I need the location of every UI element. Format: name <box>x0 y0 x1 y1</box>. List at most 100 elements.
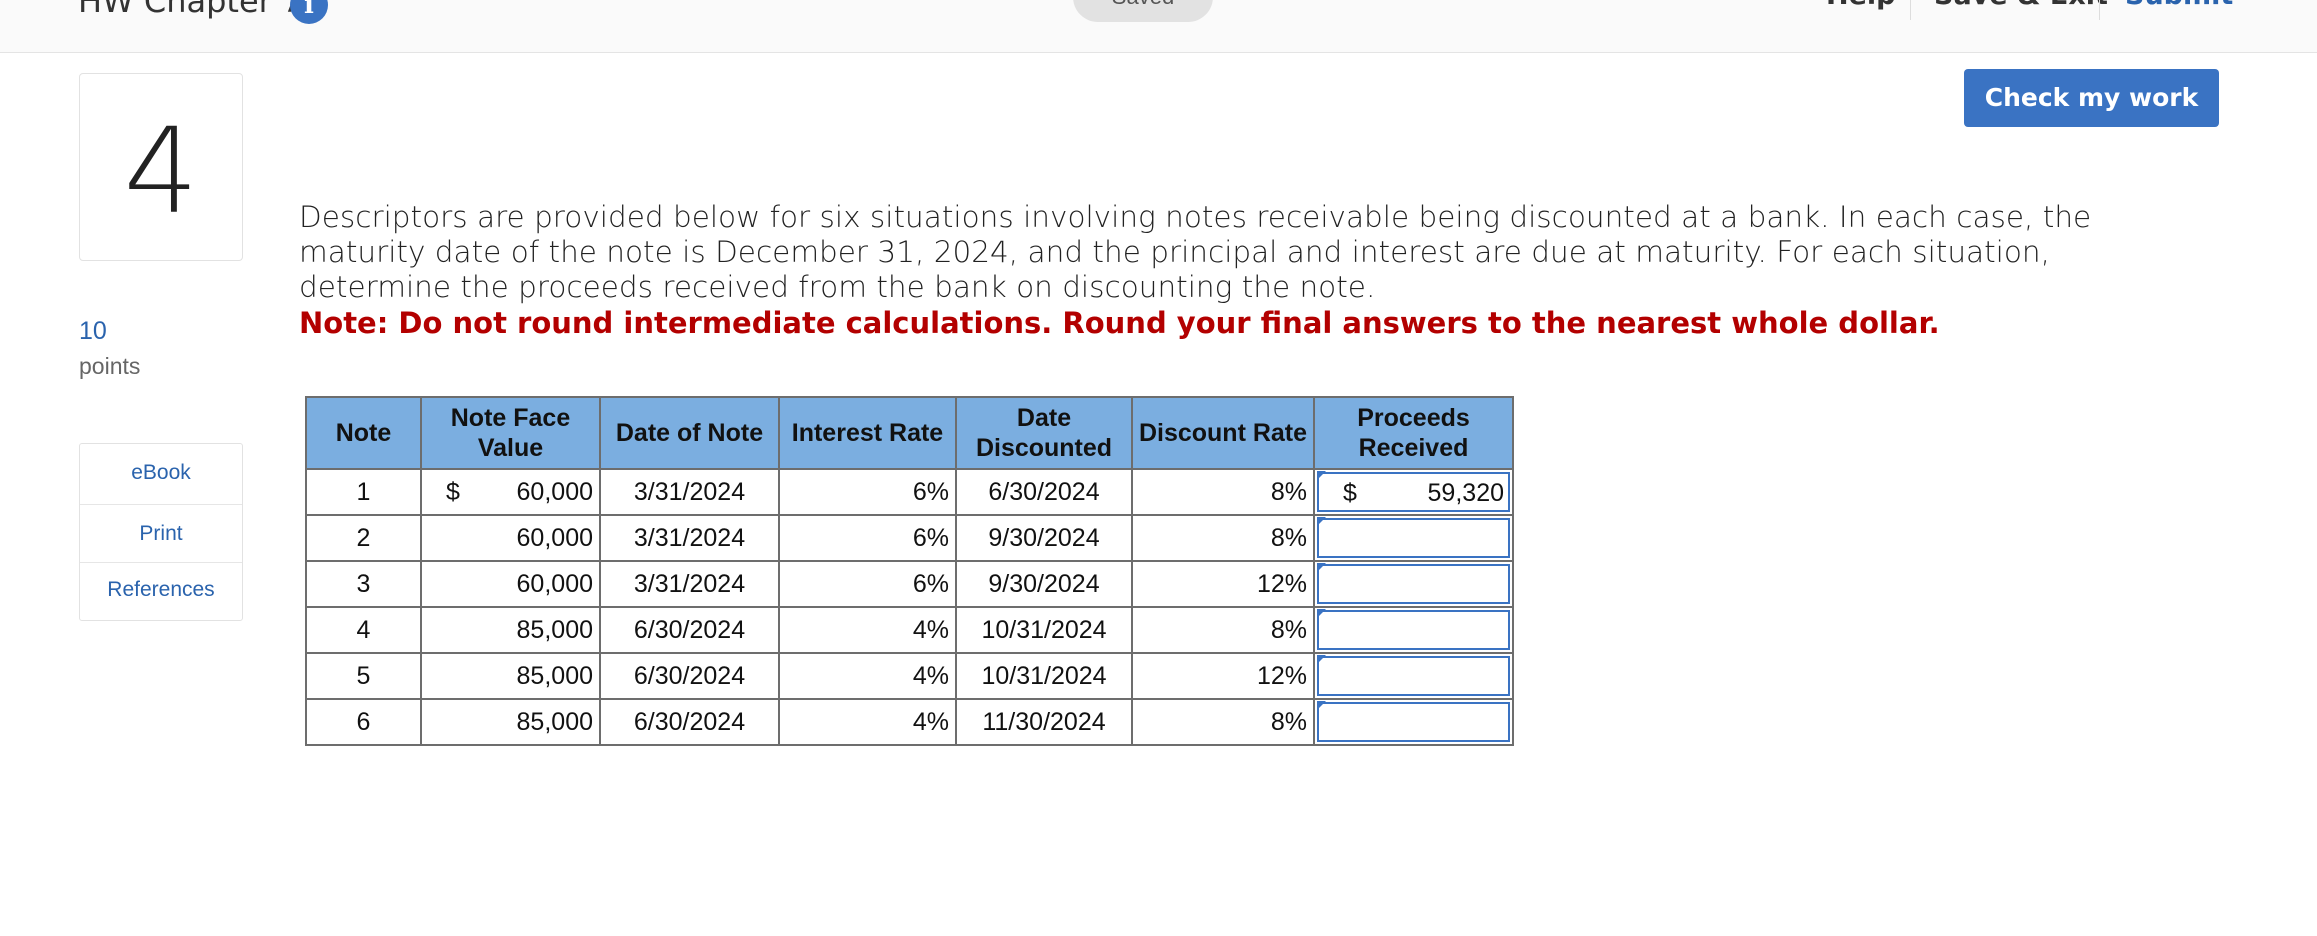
proceeds-cell <box>1313 652 1514 700</box>
header-note: Note <box>305 396 422 470</box>
help-link[interactable]: Help <box>1826 0 1896 11</box>
face-value-cell: 85,000 <box>420 652 601 700</box>
interest-rate-cell: 6% <box>778 514 957 562</box>
face-value-cell: 60,000 <box>420 560 601 608</box>
discount-rate-cell: 8% <box>1131 606 1315 654</box>
cell-marker-icon <box>1317 471 1326 480</box>
submit-link[interactable]: Submit <box>2125 0 2233 11</box>
date-of-note-cell: 3/31/2024 <box>599 560 780 608</box>
face-value: 85,000 <box>516 616 593 644</box>
proceeds-cell <box>1313 514 1514 562</box>
header-proceeds-received: Proceeds Received <box>1313 396 1514 470</box>
table-row: 6 85,000 6/30/2024 4% 11/30/2024 8% <box>305 698 1514 746</box>
cell-marker-icon <box>1317 609 1326 618</box>
table-row: 5 85,000 6/30/2024 4% 10/31/2024 12% <box>305 652 1514 700</box>
note-cell: 3 <box>305 560 422 608</box>
date-of-note-cell: 6/30/2024 <box>599 698 780 746</box>
question-number-box: 4 <box>79 73 243 261</box>
date-discounted-cell: 10/31/2024 <box>955 606 1133 654</box>
proceeds-input[interactable] <box>1317 518 1510 558</box>
discount-rate-cell: 12% <box>1131 560 1315 608</box>
assignment-title: HW Chapter 7 <box>78 0 303 20</box>
saved-status: Saved <box>1073 0 1213 22</box>
header-discount-rate: Discount Rate <box>1131 396 1315 470</box>
face-value: 85,000 <box>516 662 593 690</box>
table-row: 2 60,000 3/31/2024 6% 9/30/2024 8% <box>305 514 1514 562</box>
date-discounted-cell: 9/30/2024 <box>955 514 1133 562</box>
divider <box>80 562 242 563</box>
discount-rate-cell: 12% <box>1131 652 1315 700</box>
face-value-cell: 85,000 <box>420 606 601 654</box>
resources-panel: eBook Print References <box>79 443 243 621</box>
face-value: 60,000 <box>516 524 593 552</box>
interest-rate-cell: 6% <box>778 468 957 516</box>
proceeds-input[interactable] <box>1317 610 1510 650</box>
face-value: 85,000 <box>516 708 593 736</box>
table-row: 4 85,000 6/30/2024 4% 10/31/2024 8% <box>305 606 1514 654</box>
header-date-of-note: Date of Note <box>599 396 780 470</box>
ebook-link[interactable]: eBook <box>80 461 242 485</box>
header-interest-rate: Interest Rate <box>778 396 957 470</box>
face-value: 60,000 <box>516 570 593 598</box>
table-row: 3 60,000 3/31/2024 6% 9/30/2024 12% <box>305 560 1514 608</box>
discount-rate-cell: 8% <box>1131 468 1315 516</box>
interest-rate-cell: 4% <box>778 698 957 746</box>
proceeds-input[interactable]: $59,320 <box>1317 472 1510 512</box>
face-value-cell: 85,000 <box>420 698 601 746</box>
date-discounted-cell: 11/30/2024 <box>955 698 1133 746</box>
proceeds-input[interactable] <box>1317 564 1510 604</box>
question-text: Descriptors are provided below for six s… <box>299 200 2092 304</box>
note-cell: 4 <box>305 606 422 654</box>
note-cell: 1 <box>305 468 422 516</box>
face-value-cell: 60,000 <box>420 514 601 562</box>
face-value: 60,000 <box>516 478 593 506</box>
proceeds-input[interactable] <box>1317 702 1510 742</box>
interest-rate-cell: 4% <box>778 652 957 700</box>
table-header-row: Note Note Face Value Date of Note Intere… <box>305 396 1514 470</box>
interest-rate-cell: 6% <box>778 560 957 608</box>
print-link[interactable]: Print <box>80 522 242 546</box>
top-bar: HW Chapter 7 i Saved Help Save & Exit Su… <box>0 0 2317 53</box>
dollar-sign: $ <box>1343 479 1357 507</box>
note-cell: 6 <box>305 698 422 746</box>
question-number: 4 <box>123 102 199 240</box>
face-value-cell: $60,000 <box>420 468 601 516</box>
date-discounted-cell: 6/30/2024 <box>955 468 1133 516</box>
check-my-work-button[interactable]: Check my work <box>1964 69 2219 127</box>
date-discounted-cell: 9/30/2024 <box>955 560 1133 608</box>
proceeds-value: 59,320 <box>1427 479 1504 507</box>
points-label: points <box>79 353 141 379</box>
divider <box>80 504 242 505</box>
date-of-note-cell: 6/30/2024 <box>599 652 780 700</box>
nav-divider <box>1910 0 1911 20</box>
date-of-note-cell: 3/31/2024 <box>599 514 780 562</box>
proceeds-cell <box>1313 560 1514 608</box>
discount-rate-cell: 8% <box>1131 698 1315 746</box>
dollar-sign: $ <box>446 478 460 506</box>
date-of-note-cell: 3/31/2024 <box>599 468 780 516</box>
proceeds-cell: $59,320 <box>1313 468 1514 516</box>
interest-rate-cell: 4% <box>778 606 957 654</box>
nav-divider <box>2099 0 2100 20</box>
note-cell: 5 <box>305 652 422 700</box>
question-note: Note: Do not round intermediate calculat… <box>299 306 1940 340</box>
header-date-discounted: Date Discounted <box>955 396 1133 470</box>
discount-rate-cell: 8% <box>1131 514 1315 562</box>
proceeds-cell <box>1313 698 1514 746</box>
save-exit-link[interactable]: Save & Exit <box>1934 0 2108 11</box>
date-of-note-cell: 6/30/2024 <box>599 606 780 654</box>
cell-marker-icon <box>1317 701 1326 710</box>
cell-marker-icon <box>1317 563 1326 572</box>
table-row: 1 $60,000 3/31/2024 6% 6/30/2024 8% $59,… <box>305 468 1514 516</box>
date-discounted-cell: 10/31/2024 <box>955 652 1133 700</box>
cell-marker-icon <box>1317 517 1326 526</box>
header-face-value: Note Face Value <box>420 396 601 470</box>
notes-table: Note Note Face Value Date of Note Intere… <box>305 396 1514 746</box>
proceeds-cell <box>1313 606 1514 654</box>
info-icon[interactable]: i <box>290 0 328 24</box>
cell-marker-icon <box>1317 655 1326 664</box>
references-link[interactable]: References <box>80 578 242 602</box>
points-value: 10 <box>79 317 107 345</box>
proceeds-input[interactable] <box>1317 656 1510 696</box>
note-cell: 2 <box>305 514 422 562</box>
